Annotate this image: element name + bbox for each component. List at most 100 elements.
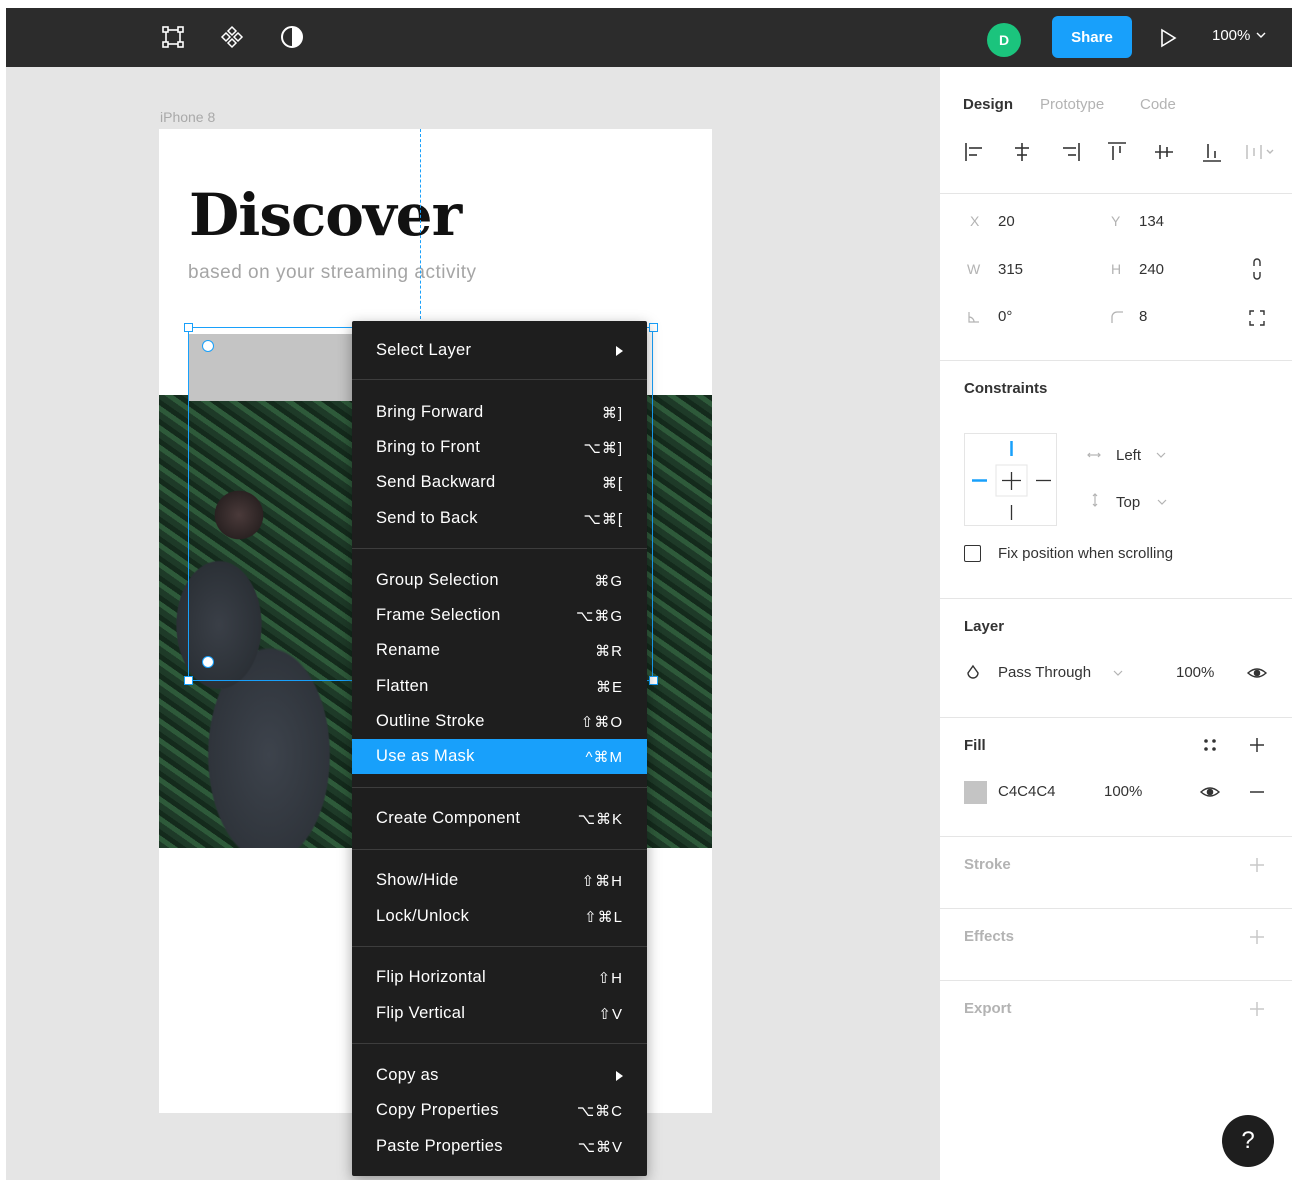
menu-item-rename[interactable]: Rename ⌘R bbox=[352, 633, 647, 668]
rotation-input[interactable]: 0° bbox=[998, 308, 1012, 325]
help-button[interactable]: ? bbox=[1222, 1115, 1274, 1167]
menu-divider bbox=[352, 849, 647, 850]
tab-code[interactable]: Code bbox=[1140, 96, 1176, 113]
menu-item-flatten[interactable]: Flatten ⌘E bbox=[352, 669, 647, 704]
add-effect-icon[interactable] bbox=[1248, 928, 1266, 946]
menu-item-lock-unlock[interactable]: Lock/Unlock ⇧⌘L bbox=[352, 899, 647, 934]
resize-handle-top-left[interactable] bbox=[184, 323, 193, 332]
h-input[interactable]: 240 bbox=[1139, 261, 1164, 278]
menu-item-frame-selection[interactable]: Frame Selection ⌥⌘G bbox=[352, 598, 647, 633]
section-divider bbox=[940, 836, 1292, 837]
menu-item-copy-properties[interactable]: Copy Properties ⌥⌘C bbox=[352, 1093, 647, 1128]
properties-panel: Design Prototype Code X 20 Y 134 W 315 H… bbox=[939, 67, 1292, 1180]
menu-item-send-to-back[interactable]: Send to Back ⌥⌘[ bbox=[352, 501, 647, 536]
constrain-proportions-icon[interactable] bbox=[1250, 257, 1264, 281]
stroke-title: Stroke bbox=[964, 856, 1011, 873]
chevron-down-icon[interactable] bbox=[1113, 670, 1123, 677]
menu-item-bring-to-front[interactable]: Bring to Front ⌥⌘] bbox=[352, 430, 647, 465]
frame-label[interactable]: iPhone 8 bbox=[160, 109, 215, 125]
resize-handle-top-right[interactable] bbox=[649, 323, 658, 332]
fix-position-checkbox[interactable] bbox=[964, 545, 981, 562]
align-left-icon[interactable] bbox=[962, 139, 988, 165]
submenu-arrow-icon bbox=[616, 1070, 623, 1081]
styles-grid-icon[interactable] bbox=[1202, 737, 1218, 753]
eye-icon[interactable] bbox=[1199, 784, 1221, 800]
fill-hex-input[interactable]: C4C4C4 bbox=[998, 783, 1056, 800]
chevron-down-icon[interactable] bbox=[1156, 452, 1166, 459]
corner-radius-icon bbox=[1111, 311, 1123, 323]
w-label: W bbox=[967, 261, 981, 277]
tab-design[interactable]: Design bbox=[963, 96, 1013, 113]
mask-icon[interactable] bbox=[278, 23, 306, 51]
menu-divider bbox=[352, 548, 647, 549]
align-horizontal-center-icon[interactable] bbox=[1009, 139, 1035, 165]
align-right-icon[interactable] bbox=[1057, 139, 1083, 165]
menu-item-group-selection[interactable]: Group Selection ⌘G bbox=[352, 563, 647, 598]
fill-color-swatch[interactable] bbox=[964, 781, 987, 804]
menu-item-select-layer[interactable]: Select Layer bbox=[352, 333, 647, 368]
x-label: X bbox=[970, 213, 980, 229]
section-divider bbox=[940, 717, 1292, 718]
menu-item-bring-forward[interactable]: Bring Forward ⌘] bbox=[352, 395, 647, 430]
fix-position-label: Fix position when scrolling bbox=[998, 545, 1174, 562]
constraints-widget[interactable] bbox=[964, 433, 1057, 526]
subheading-text[interactable]: based on your streaming activity bbox=[188, 262, 476, 284]
zoom-dropdown[interactable]: 100% bbox=[1212, 27, 1266, 44]
menu-item-flip-vertical[interactable]: Flip Vertical ⇧V bbox=[352, 996, 647, 1031]
resize-handle-bottom-left[interactable] bbox=[184, 676, 193, 685]
constraints-diagram-icon bbox=[972, 441, 1051, 520]
x-input[interactable]: 20 bbox=[998, 213, 1015, 230]
constraints-title: Constraints bbox=[964, 380, 1048, 397]
menu-item-paste-properties[interactable]: Paste Properties ⌥⌘V bbox=[352, 1129, 647, 1164]
submenu-arrow-icon bbox=[616, 345, 623, 356]
present-play-icon[interactable] bbox=[1154, 24, 1182, 52]
tab-prototype[interactable]: Prototype bbox=[1040, 96, 1104, 113]
menu-item-show-hide[interactable]: Show/Hide ⇧⌘H bbox=[352, 863, 647, 898]
corner-radius-handle[interactable] bbox=[202, 656, 214, 668]
blend-mode-dropdown[interactable]: Pass Through bbox=[998, 664, 1091, 681]
menu-item-use-as-mask[interactable]: Use as Mask ^⌘M bbox=[352, 739, 647, 774]
layer-opacity-input[interactable]: 100% bbox=[1176, 664, 1214, 681]
horizontal-constraint-icon bbox=[1087, 452, 1101, 458]
h-label: H bbox=[1111, 261, 1122, 277]
menu-item-outline-stroke[interactable]: Outline Stroke ⇧⌘O bbox=[352, 704, 647, 739]
menu-divider bbox=[352, 1043, 647, 1044]
fill-title: Fill bbox=[964, 737, 986, 754]
fill-opacity-input[interactable]: 100% bbox=[1104, 783, 1142, 800]
chevron-down-icon[interactable] bbox=[1157, 499, 1167, 506]
chevron-down-icon bbox=[1256, 32, 1266, 38]
horizontal-constraint-value[interactable]: Left bbox=[1116, 447, 1141, 464]
section-divider bbox=[940, 360, 1292, 361]
menu-divider bbox=[352, 379, 647, 380]
menu-item-send-backward[interactable]: Send Backward ⌘[ bbox=[352, 465, 647, 500]
top-toolbar: D Share 100% bbox=[6, 8, 1292, 67]
effects-title: Effects bbox=[964, 928, 1015, 945]
corner-radius-handle[interactable] bbox=[202, 340, 214, 352]
independent-corners-icon[interactable] bbox=[1248, 309, 1266, 327]
frame-tool-icon[interactable] bbox=[159, 23, 187, 51]
align-top-icon[interactable] bbox=[1104, 139, 1130, 165]
vertical-constraint-value[interactable]: Top bbox=[1116, 494, 1140, 511]
add-stroke-icon[interactable] bbox=[1248, 856, 1266, 874]
distribute-icon[interactable] bbox=[1243, 139, 1277, 165]
rotation-icon bbox=[968, 312, 979, 323]
section-divider bbox=[940, 908, 1292, 909]
component-icon[interactable] bbox=[218, 23, 246, 51]
w-input[interactable]: 315 bbox=[998, 261, 1023, 278]
corner-radius-input[interactable]: 8 bbox=[1139, 308, 1147, 325]
align-vertical-center-icon[interactable] bbox=[1151, 139, 1177, 165]
eye-icon[interactable] bbox=[1246, 665, 1268, 681]
add-export-icon[interactable] bbox=[1248, 1000, 1266, 1018]
align-bottom-icon[interactable] bbox=[1199, 139, 1225, 165]
figma-app: D Share 100% iPhone 8 Discover based on … bbox=[6, 8, 1292, 1180]
y-input[interactable]: 134 bbox=[1139, 213, 1164, 230]
resize-handle-bottom-right[interactable] bbox=[649, 676, 658, 685]
menu-item-copy-as[interactable]: Copy as bbox=[352, 1058, 647, 1093]
user-avatar[interactable]: D bbox=[987, 23, 1021, 57]
share-button[interactable]: Share bbox=[1052, 16, 1132, 58]
menu-item-flip-horizontal[interactable]: Flip Horizontal ⇧H bbox=[352, 960, 647, 995]
menu-item-create-component[interactable]: Create Component ⌥⌘K bbox=[352, 801, 647, 836]
add-fill-icon[interactable] bbox=[1248, 736, 1266, 754]
center-guide-line bbox=[420, 129, 421, 324]
remove-fill-icon[interactable] bbox=[1248, 784, 1266, 800]
